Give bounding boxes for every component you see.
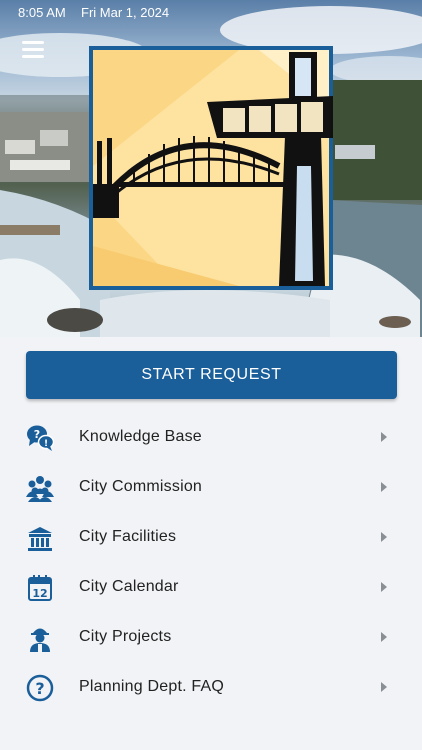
city-logo-icon [89, 46, 333, 290]
menu-item-city-projects[interactable]: City Projects [0, 612, 422, 662]
menu-item-city-commission[interactable]: City Commission [0, 462, 422, 512]
chevron-right-icon [381, 532, 387, 542]
worker-hardhat-icon [30, 628, 50, 652]
status-bar: 8:05 AM Fri Mar 1, 2024 [0, 0, 422, 26]
menu-item-label: Knowledge Base [79, 428, 202, 445]
menu-item-planning-dept-faq[interactable]: ? Planning Dept. FAQ [0, 662, 422, 712]
menu-list: ? ! Knowledge Base City Commission City … [0, 412, 422, 712]
svg-text:12: 12 [32, 587, 47, 600]
chevron-right-icon [381, 682, 387, 692]
calendar-icon: 12 [28, 575, 52, 601]
hero-banner: 8:05 AM Fri Mar 1, 2024 [0, 0, 422, 337]
menu-item-label: City Calendar [79, 578, 179, 595]
start-request-button[interactable]: START REQUEST [26, 351, 397, 399]
status-date: Fri Mar 1, 2024 [81, 5, 170, 20]
menu-item-label: Planning Dept. FAQ [79, 678, 225, 695]
menu-item-label: City Facilities [79, 528, 177, 545]
chevron-right-icon [381, 482, 387, 492]
chevron-right-icon [381, 582, 387, 592]
menu-item-city-facilities[interactable]: City Facilities [0, 512, 422, 562]
chevron-right-icon [381, 432, 387, 442]
question-bubbles-icon: ? ! [27, 425, 54, 451]
menu-item-knowledge-base[interactable]: ? ! Knowledge Base [0, 412, 422, 462]
status-time: 8:05 AM [18, 5, 66, 20]
menu-item-label: City Commission [79, 478, 203, 495]
hamburger-menu-icon[interactable] [20, 38, 46, 60]
menu-item-city-calendar[interactable]: 12 City Calendar [0, 562, 422, 612]
chevron-right-icon [381, 632, 387, 642]
svg-text:!: ! [44, 439, 48, 449]
question-circle-icon: ? [26, 674, 54, 702]
building-icon [28, 527, 52, 551]
menu-item-label: City Projects [79, 628, 172, 645]
people-group-icon [26, 476, 54, 502]
svg-text:?: ? [35, 679, 44, 698]
